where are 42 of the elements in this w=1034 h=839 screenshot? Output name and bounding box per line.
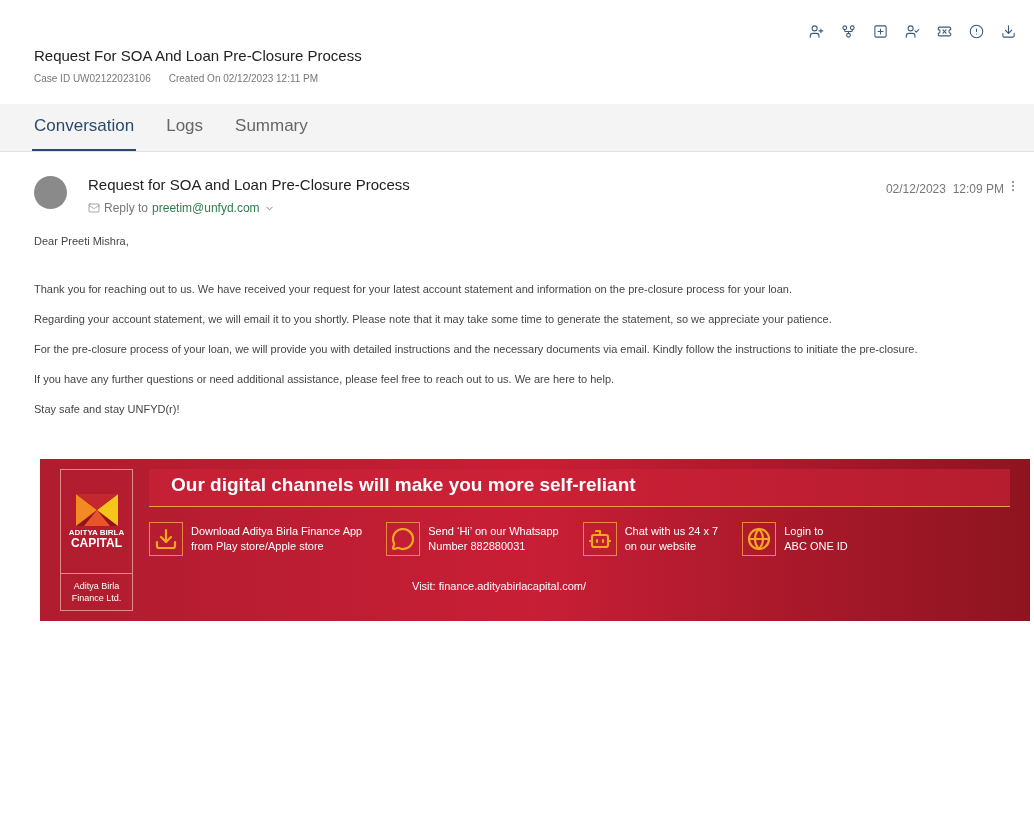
tab[interactable]: Logs <box>164 103 206 151</box>
logo-wordmark: CAPITAL <box>70 537 123 549</box>
banner-text: on our website <box>624 538 698 554</box>
case-title: Request For SOA And Loan Pre-Closure Process <box>34 46 363 66</box>
banner-headline: Our digital channels will make you more self-reliant <box>149 469 1010 507</box>
paragraph: If you have any further questions or need additional assistance, please feel free to reach out to us. We are here to help. <box>34 372 616 387</box>
reply-label: Reply to <box>104 200 149 217</box>
robot-icon <box>582 521 617 556</box>
user-check-icon[interactable] <box>905 24 920 39</box>
globe-icon <box>742 521 777 556</box>
paragraph: For the pre-closure process of your loan, we will provide you with detailed instructions and the necessary documents via email. Kindly follow the instructions to initiate the pre-closure. <box>34 342 919 357</box>
banner-text: from Play store/Apple store <box>191 538 325 554</box>
paragraph: Stay safe and stay UNFYD(r)! <box>34 402 181 417</box>
banner-text: Download Aditya Birla Finance App <box>191 523 363 539</box>
banner-text: Chat with us 24 x 7 <box>624 523 719 539</box>
reply-email-link[interactable]: preetim@unfyd.com <box>152 199 260 217</box>
paragraph: Regarding your account statement, we will email it to you shortly. Please note that it may take some time to generate the statement, so we appreciate your patience. <box>34 312 833 327</box>
greeting-text: Dear Preeti Mishra, <box>34 234 130 249</box>
banner-text: Send ‘Hi’ on our Whatsapp <box>428 523 559 539</box>
logo-text: ADITYA BIRLA <box>68 529 125 537</box>
email-subject: Request for SOA and Loan Pre-Closure Process <box>88 174 411 195</box>
created-date: Created On 02/12/2023 12:11 PM <box>168 71 319 86</box>
tab[interactable]: Summary <box>233 103 310 151</box>
case-id: Case ID UW02122023106 <box>34 71 151 86</box>
envelope-icon <box>88 202 100 214</box>
alert-icon[interactable] <box>969 24 984 39</box>
ticket-icon[interactable] <box>937 24 952 39</box>
logo-icon <box>75 494 118 526</box>
add-user-icon[interactable] <box>809 24 824 39</box>
avatar-icon <box>34 175 67 209</box>
logo-subtitle: Aditya Birla Finance Ltd. <box>61 573 132 610</box>
download-icon[interactable] <box>1001 24 1016 39</box>
email-timestamp: 02/12/2023 12:09 PM <box>885 180 1004 198</box>
banner-text: Number 882880031 <box>428 538 527 554</box>
download-icon <box>149 521 183 556</box>
tab[interactable]: Conversation <box>32 103 137 151</box>
banner-text: ABC ONE ID <box>784 538 848 554</box>
banner-text: Login to <box>784 523 825 539</box>
chat-bubble-icon <box>386 521 421 556</box>
website-link[interactable]: Visit: finance.adityabirlacapital.com/ <box>412 577 1010 594</box>
add-ticket-icon[interactable] <box>873 24 888 39</box>
paragraph: Thank you for reaching out to us. We have received your request for your latest account statement and information on the pre-closure process for your loan. <box>34 282 793 297</box>
